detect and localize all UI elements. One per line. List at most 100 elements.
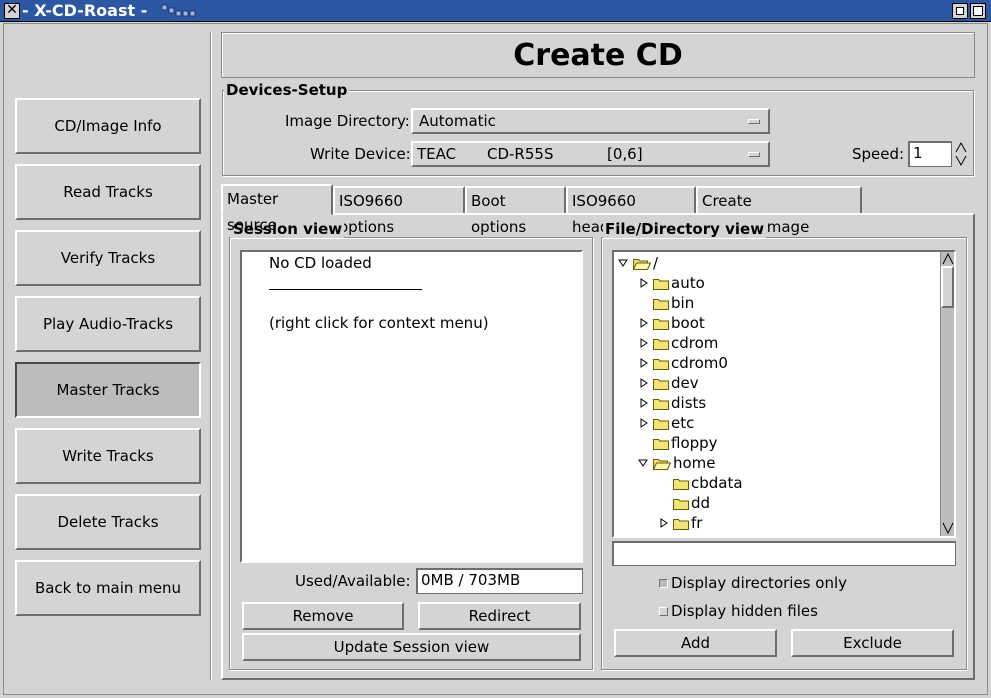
tree-item-label: bin <box>671 294 695 312</box>
nav-master-tracks-button[interactable]: Master Tracks <box>15 362 201 418</box>
folder-icon <box>653 413 669 433</box>
combo-indicator-icon <box>748 152 760 157</box>
expander-open-icon[interactable] <box>618 259 628 267</box>
checkbox-indicator[interactable] <box>659 579 668 588</box>
speed-input[interactable]: 1 <box>908 141 952 167</box>
remove-button[interactable]: Remove <box>242 602 404 630</box>
devices-setup-legend: Devices-Setup <box>224 81 350 99</box>
expander-closed-icon[interactable] <box>640 358 648 368</box>
tree-item-label: cdrom0 <box>671 354 728 372</box>
session-view-list[interactable]: No CD loaded (right click for context me… <box>240 250 583 563</box>
write-device-vendor: TEAC <box>417 145 457 163</box>
folder-icon <box>673 493 689 513</box>
file-tree[interactable]: / auto bin boot cdrom cdrom0 dev dists etc floppy… <box>612 250 956 538</box>
expander-closed-icon[interactable] <box>640 418 648 428</box>
write-device-label: Write Device: <box>310 145 411 163</box>
session-status-text: No CD loaded <box>269 254 372 272</box>
tree-item-label: cdrom <box>671 334 719 352</box>
tree-item-label: etc <box>671 414 695 432</box>
tree-item-label: cbdata <box>691 474 743 492</box>
nav-label: Back to main menu <box>34 579 182 597</box>
nav-label: CD/Image Info <box>54 117 162 135</box>
nav-write-tracks-button[interactable]: Write Tracks <box>15 428 201 484</box>
nav-back-to-main-menu-button[interactable]: Back to main menu <box>15 560 201 616</box>
nav-delete-tracks-button[interactable]: Delete Tracks <box>15 494 201 550</box>
folder-icon <box>653 453 671 473</box>
file-directory-view-legend: File/Directory view <box>603 220 767 238</box>
folder-icon <box>653 373 669 393</box>
folder-icon <box>673 513 689 533</box>
nav-label: Verify Tracks <box>60 249 156 267</box>
tree-item-label: boot <box>671 314 705 332</box>
tree-item-label: dd <box>691 494 711 512</box>
nav-cd-image-info-button[interactable]: CD/Image Info <box>15 98 201 154</box>
maximize-button[interactable] <box>970 3 986 19</box>
iconify-button[interactable] <box>952 3 968 19</box>
window-titlebar[interactable]: ✕ - X-CD-Roast - <box>0 0 991 22</box>
used-available-field: 0MB / 703MB <box>416 568 583 594</box>
nav-read-tracks-button[interactable]: Read Tracks <box>15 164 201 220</box>
tree-item-label: floppy <box>671 434 718 452</box>
nav-label: Read Tracks <box>63 183 153 201</box>
tab-master-source[interactable]: Master source <box>221 184 333 234</box>
tab-iso9660-options[interactable]: ISO9660 options <box>333 186 465 236</box>
expander-closed-icon[interactable] <box>640 278 648 288</box>
folder-icon <box>653 353 669 373</box>
write-device-combo[interactable]: TEAC CD-R55S [0,6] <box>411 141 770 167</box>
display-hidden-files-checkbox[interactable]: Display hidden files <box>659 602 818 620</box>
session-divider <box>269 289 422 290</box>
image-directory-combo[interactable]: Automatic <box>411 108 770 134</box>
folder-icon <box>633 253 651 273</box>
tree-item-label: / <box>653 254 659 272</box>
scroll-down-icon[interactable] <box>942 522 954 534</box>
page-title: Create CD <box>221 32 975 78</box>
display-directories-only-checkbox[interactable]: Display directories only <box>659 574 847 592</box>
folder-icon <box>653 273 669 293</box>
tree-item-label: dev <box>671 374 699 392</box>
update-session-view-button[interactable]: Update Session view <box>242 633 581 661</box>
image-directory-value: Automatic <box>419 112 496 130</box>
tree-item-label: auto <box>671 274 705 292</box>
nav-verify-tracks-button[interactable]: Verify Tracks <box>15 230 201 286</box>
tree-item-label: dists <box>671 394 707 412</box>
expander-closed-icon[interactable] <box>640 398 648 408</box>
tab-create-session-image[interactable]: Create session/image <box>696 186 862 236</box>
window-title: - X-CD-Roast - <box>22 1 148 20</box>
tree-item-label: fr <box>691 514 703 532</box>
folder-icon <box>653 433 669 453</box>
expander-closed-icon[interactable] <box>640 338 648 348</box>
expander-closed-icon[interactable] <box>640 378 648 388</box>
path-input[interactable] <box>612 541 956 566</box>
write-device-id: [0,6] <box>607 145 643 163</box>
checkbox-label: Display hidden files <box>671 602 818 620</box>
close-icon[interactable]: ✕ <box>4 3 20 19</box>
add-button[interactable]: Add <box>614 629 777 657</box>
expander-open-icon[interactable] <box>638 459 648 467</box>
expander-closed-icon[interactable] <box>660 518 668 528</box>
sidebar-separator <box>210 32 212 680</box>
combo-indicator-icon <box>748 119 760 124</box>
checkbox-label: Display directories only <box>671 574 847 592</box>
speed-spin-arrows-icon[interactable] <box>954 141 968 167</box>
nav-label: Write Tracks <box>62 447 154 465</box>
folder-icon <box>653 333 669 353</box>
nav-label: Delete Tracks <box>57 513 159 531</box>
scrollbar-thumb[interactable] <box>941 266 954 308</box>
session-hint-text: (right click for context menu) <box>269 314 489 332</box>
speed-label: Speed: <box>852 145 905 163</box>
expander-closed-icon[interactable] <box>640 318 648 328</box>
window-decoration-icon <box>161 4 196 17</box>
exclude-button[interactable]: Exclude <box>791 629 954 657</box>
file-tree-scrollbar[interactable] <box>940 252 954 536</box>
nav-label: Master Tracks <box>56 381 160 399</box>
checkbox-indicator[interactable] <box>659 607 668 616</box>
folder-icon <box>653 313 669 333</box>
nav-label: Play Audio-Tracks <box>42 315 174 333</box>
folder-icon <box>653 393 669 413</box>
scroll-up-icon[interactable] <box>942 253 954 265</box>
tree-item-label: home <box>673 454 716 472</box>
tab-boot-options[interactable]: Boot options <box>465 186 566 236</box>
nav-play-audio-tracks-button[interactable]: Play Audio-Tracks <box>15 296 201 352</box>
tab-iso9660-header[interactable]: ISO9660 header <box>566 186 696 236</box>
redirect-button[interactable]: Redirect <box>418 602 581 630</box>
